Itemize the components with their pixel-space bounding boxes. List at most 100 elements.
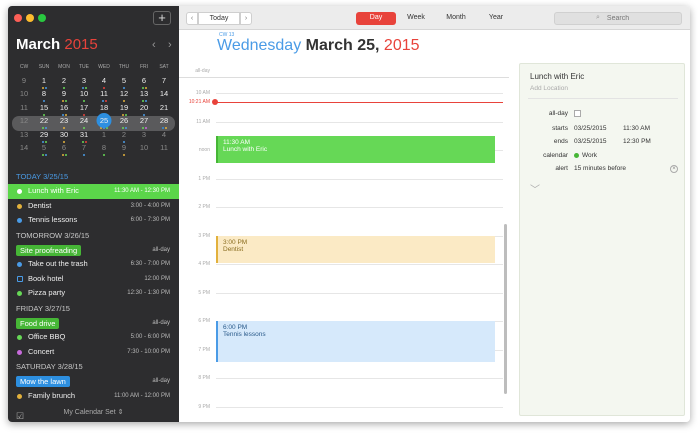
mini-cal-day[interactable]: 10	[134, 143, 154, 152]
event-dots	[34, 140, 54, 143]
mini-cal-header-cell: TUE	[79, 64, 89, 70]
agenda-item-trash[interactable]: Take out the trash 6:30 - 7:00 PM	[8, 257, 179, 272]
event-tennis[interactable]: 6:00 PM Tennis lessons	[216, 321, 495, 362]
mini-cal-day[interactable]: 17	[74, 103, 94, 116]
mini-cal-day[interactable]: 11	[154, 143, 174, 152]
tab-week[interactable]: Week	[396, 12, 436, 25]
next-month-button[interactable]: ›	[168, 39, 172, 51]
mini-cal-day[interactable]: 1	[34, 76, 54, 89]
mini-cal-day[interactable]: 31	[74, 130, 94, 143]
event-dentist[interactable]: 3:00 PM Dentist	[216, 236, 495, 263]
agenda-item-dentist[interactable]: Dentist 3:00 - 4:00 PM	[8, 199, 179, 214]
prev-day-button[interactable]: ‹	[186, 12, 198, 25]
mini-cal-day-number: 29	[39, 129, 49, 139]
next-day-button[interactable]: ›	[240, 12, 252, 25]
event-lunch[interactable]: 11:30 AM Lunch with Eric	[216, 136, 495, 163]
mini-cal-day[interactable]: 19	[114, 103, 134, 116]
starts-time[interactable]: 11:30 AM	[623, 125, 650, 132]
checkbox-icon[interactable]: ☑	[16, 407, 24, 422]
today-button[interactable]: Today	[198, 12, 240, 25]
day-view-scrollbar[interactable]	[504, 224, 507, 394]
minimize-window-button[interactable]	[26, 14, 34, 22]
clear-alert-icon[interactable]: ×	[670, 165, 678, 173]
mini-cal-day-number: 10	[19, 89, 29, 98]
allday-checkbox[interactable]	[574, 110, 581, 117]
mini-cal-day[interactable]: 21	[154, 103, 174, 112]
tab-year[interactable]: Year	[476, 12, 516, 25]
mini-cal-day[interactable]: 28	[154, 116, 174, 129]
day-view[interactable]: all-day 10 AM 11 AM noon 1 PM 2 PM 3 PM 4 PM 5 …	[179, 64, 509, 422]
mini-cal-day[interactable]: 20	[134, 103, 154, 116]
chevron-down-icon[interactable]: ﹀	[530, 181, 540, 196]
agenda-item-lawn[interactable]: Mow the lawn all-day	[8, 374, 179, 389]
mini-cal-day[interactable]: 9	[114, 143, 134, 156]
mini-cal-day[interactable]: 13	[134, 89, 154, 102]
mini-cal-day[interactable]: 6	[54, 143, 74, 156]
agenda-item-tennis[interactable]: Tennis lessons 6:00 - 7:30 PM	[8, 213, 179, 228]
mini-cal-day[interactable]: 16	[54, 103, 74, 116]
alert-select[interactable]: 15 minutes before	[574, 165, 626, 172]
mini-cal-day[interactable]: 11	[94, 89, 114, 102]
event-dot-icon	[83, 154, 85, 156]
mini-cal-day[interactable]: 6	[134, 76, 154, 89]
hour-line	[216, 178, 503, 180]
mini-cal-day[interactable]: 9	[54, 89, 74, 102]
tab-day[interactable]: Day	[356, 12, 396, 25]
add-event-button[interactable]: +	[153, 11, 171, 25]
mini-cal-day[interactable]: 8	[34, 89, 54, 102]
ends-date[interactable]: 03/25/2015	[574, 138, 607, 145]
mini-cal-day[interactable]: 4	[94, 76, 114, 89]
agenda-item-proofreading[interactable]: Site proofreading all-day	[8, 243, 179, 258]
calendar-set-selector[interactable]: ☑ My Calendar Set ⇕	[8, 404, 179, 422]
calendar-select[interactable]: Work	[582, 152, 597, 159]
mini-cal-day[interactable]: 15	[34, 103, 54, 116]
task-checkbox-icon[interactable]	[17, 275, 23, 282]
mini-cal-day[interactable]: 14	[154, 89, 174, 98]
mini-cal-day[interactable]: 30	[54, 130, 74, 143]
search-input[interactable]	[554, 12, 682, 25]
location-field[interactable]: Add Location	[530, 85, 568, 92]
mini-cal-day[interactable]: 25	[94, 113, 114, 129]
event-title-field[interactable]: Lunch with Eric	[530, 72, 584, 81]
mini-cal-day[interactable]: 4	[154, 130, 174, 139]
mini-cal-day[interactable]: 3	[74, 76, 94, 89]
mini-cal-day[interactable]: 5	[34, 143, 54, 156]
tab-month[interactable]: Month	[436, 12, 476, 25]
mini-cal-day[interactable]: 1	[94, 130, 114, 139]
allday-row[interactable]: all-day	[179, 64, 509, 78]
mini-cal-day[interactable]: 27	[134, 116, 154, 129]
agenda-item-hotel[interactable]: Book hotel 12:00 PM	[8, 272, 179, 287]
mini-cal-day-number: 5	[41, 143, 47, 152]
mini-cal-day-number: 12	[119, 89, 129, 98]
mini-cal-day[interactable]: 24	[74, 116, 94, 129]
agenda-item-lunch[interactable]: Lunch with Eric 11:30 AM - 12:30 PM	[8, 184, 179, 199]
close-window-button[interactable]	[14, 14, 22, 22]
mini-cal-day[interactable]: 7	[154, 76, 174, 85]
agenda-item-bbq[interactable]: Office BBQ 5:00 - 6:00 PM	[8, 330, 179, 345]
mini-cal-day[interactable]: 29	[34, 129, 54, 143]
mini-cal-header-cell: WED	[98, 64, 110, 70]
mini-cal-day[interactable]: 3	[134, 130, 154, 139]
mini-cal-day[interactable]: 8	[94, 143, 114, 156]
mini-cal-day[interactable]: 2	[114, 130, 134, 143]
zoom-window-button[interactable]	[38, 14, 46, 22]
event-title: Dentist	[223, 246, 244, 253]
mini-cal-header-cell: MON	[58, 64, 70, 70]
mini-cal-day[interactable]: 5	[114, 76, 134, 89]
mini-cal-day[interactable]: 22	[34, 116, 54, 129]
date-year: 2015	[383, 37, 420, 54]
mini-cal-day[interactable]: 23	[54, 116, 74, 129]
mini-cal-day[interactable]: 12	[114, 89, 134, 102]
agenda-item-brunch[interactable]: Family brunch 11:00 AM - 12:00 PM	[8, 389, 179, 404]
agenda-item-concert[interactable]: Concert 7:30 - 10:00 PM	[8, 345, 179, 360]
agenda-item-pizza[interactable]: Pizza party 12:30 - 1:30 PM	[8, 286, 179, 301]
agenda-item-food-drive[interactable]: Food drive all-day	[8, 316, 179, 331]
event-title: Lunch with Eric	[223, 146, 268, 153]
mini-cal-day[interactable]: 7	[74, 143, 94, 156]
mini-cal-day[interactable]: 26	[114, 116, 134, 129]
prev-month-button[interactable]: ‹	[152, 39, 156, 51]
mini-cal-day[interactable]: 10	[74, 89, 94, 102]
mini-cal-day[interactable]: 2	[54, 76, 74, 89]
starts-date[interactable]: 03/25/2015	[574, 125, 607, 132]
ends-time[interactable]: 12:30 PM	[623, 138, 651, 145]
